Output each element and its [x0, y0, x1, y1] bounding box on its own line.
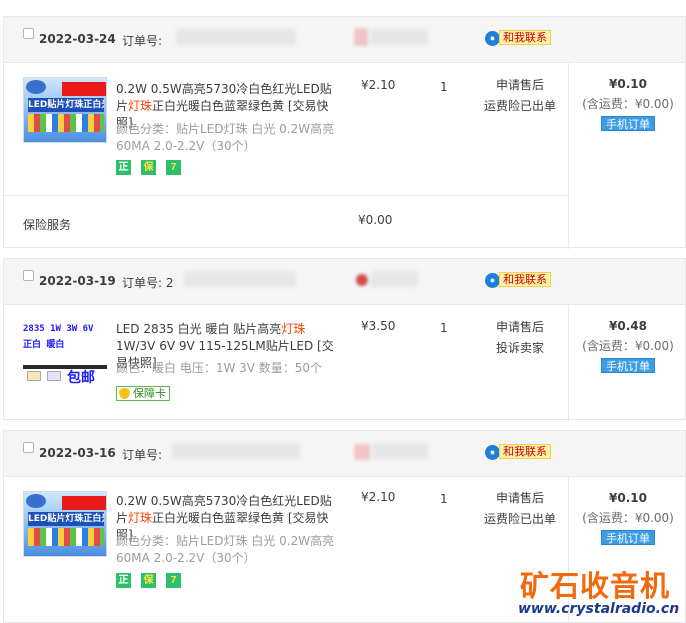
order-header: 2022-03-24 订单号: ● 和我联系	[4, 17, 685, 63]
shipping-fee: (含运费：¥0.00)	[582, 97, 674, 111]
order-number-label: 订单号:	[122, 448, 163, 462]
watermark-url: www.crystalradio.cn	[518, 601, 680, 617]
thumb-led	[47, 371, 61, 381]
apply-after-sales-link[interactable]: 申请售后	[476, 75, 564, 96]
mobile-order-tag[interactable]: 手机订单	[601, 116, 655, 131]
order-total: ¥0.48 (含运费：¥0.00) 手机订单	[569, 316, 686, 373]
thumb-led	[27, 371, 41, 381]
apply-after-sales-link[interactable]: 申请售后	[476, 317, 564, 338]
quantity: 1	[440, 492, 448, 506]
guarantee-badge-icon[interactable]: 保	[141, 160, 156, 175]
after-sales-column: 申请售后 运费险已出单	[476, 75, 564, 117]
product-thumbnail[interactable]: 2835 1W 3W 6V 正白 暖白 包邮	[23, 319, 107, 386]
product-title-highlight: 灯珠	[128, 99, 153, 113]
order-header: 2022-03-16 订单号: ● 和我联系	[4, 431, 685, 477]
unit-price: ¥3.50	[361, 319, 396, 333]
insurance-row: 保险服务 ¥0.00	[4, 195, 568, 249]
thumb-text: 2835 1W 3W 6V 正白 暖白	[23, 324, 94, 350]
after-sales-column: 申请售后 运费险已出单	[476, 488, 564, 530]
shipping-fee: (含运费：¥0.00)	[582, 339, 674, 353]
seven-day-return-badge-icon[interactable]: 7	[166, 573, 181, 588]
mobile-order-tag[interactable]: 手机订单	[601, 530, 655, 545]
order-checkbox[interactable]	[23, 28, 34, 39]
order-checkbox[interactable]	[23, 270, 34, 281]
total-amount: ¥0.10	[609, 77, 647, 91]
unit-price: ¥2.10	[361, 490, 396, 504]
after-sales-column: 申请售后 投诉卖家	[476, 317, 564, 359]
chat-icon: ●	[485, 31, 500, 46]
order-date: 2022-03-19	[39, 274, 116, 288]
total-amount: ¥0.48	[609, 319, 647, 333]
total-amount: ¥0.10	[609, 491, 647, 505]
quantity: 1	[440, 321, 448, 335]
shipping-insurance-status: 运费险已出单	[483, 512, 556, 526]
complain-seller-link[interactable]: 投诉卖家	[476, 338, 564, 359]
thumb-red-tag	[62, 496, 106, 510]
shipping-fee: (含运费：¥0.00)	[582, 511, 674, 525]
thumb-free-shipping: 包邮	[67, 370, 95, 386]
quantity: 1	[440, 80, 448, 94]
genuine-badge-icon[interactable]: 正	[116, 573, 131, 588]
product-title-part: LED 2835 白光 暖白 贴片高亮	[116, 322, 282, 336]
apply-after-sales-link[interactable]: 申请售后	[476, 488, 564, 509]
order-date: 2022-03-16	[39, 446, 116, 460]
watermark-brand: 矿石收音机	[520, 569, 671, 603]
product-title-highlight: 灯珠	[128, 511, 153, 525]
thumb-red-tag	[62, 82, 106, 96]
seven-day-return-badge-icon[interactable]: 7	[166, 160, 181, 175]
order-header: 2022-03-19 订单号: 2 ● 和我联系	[4, 259, 685, 305]
seller-name-redacted	[370, 271, 418, 287]
guarantee-badge-icon[interactable]: 保	[141, 573, 156, 588]
order-card: 2022-03-19 订单号: 2 ● 和我联系 2835 1W 3W 6V 正…	[3, 258, 686, 421]
shield-icon	[119, 388, 130, 399]
contact-seller-label: 和我联系	[499, 30, 551, 45]
thumb-leds	[28, 114, 104, 132]
seller-name-redacted	[372, 443, 428, 459]
thumb-banner: LED贴片灯珠正白光	[28, 512, 104, 526]
guarantee-card-badge[interactable]: 保障卡	[116, 386, 170, 401]
site-watermark: 矿石收音机 www.crystalradio.cn	[518, 563, 684, 623]
order-number-redacted	[184, 271, 296, 287]
insurance-price: ¥0.00	[358, 213, 393, 227]
product-thumbnail[interactable]: LED贴片灯珠正白光	[23, 77, 107, 143]
shipping-insurance-status: 运费险已出单	[483, 99, 556, 113]
unit-price: ¥2.10	[361, 78, 396, 92]
thumb-bird-logo	[26, 80, 46, 94]
order-number-label: 订单号: 2	[122, 276, 174, 290]
order-number-redacted	[176, 29, 296, 45]
thumb-bird-logo	[26, 494, 46, 508]
order-card: 2022-03-24 订单号: ● 和我联系 LED贴片灯珠正白光 0.2W 0…	[3, 16, 686, 249]
chat-icon: ●	[485, 445, 500, 460]
contact-seller-label: 和我联系	[499, 444, 551, 459]
mobile-order-tag[interactable]: 手机订单	[601, 358, 655, 373]
thumb-banner: LED贴片灯珠正白光	[28, 98, 104, 112]
genuine-badge-icon[interactable]: 正	[116, 160, 131, 175]
guarantee-card-label: 保障卡	[133, 387, 166, 400]
order-number-label: 订单号:	[122, 34, 163, 48]
product-attributes: 颜色：暖白 电压：1W 3V 数量：50个	[116, 361, 323, 375]
contact-seller-label: 和我联系	[499, 272, 551, 287]
product-thumbnail[interactable]: LED贴片灯珠正白光	[23, 491, 107, 557]
order-total: ¥0.10 (含运费：¥0.00) 手机订单	[569, 488, 686, 545]
order-number-redacted	[172, 443, 300, 459]
thumb-leds	[28, 528, 104, 546]
order-date: 2022-03-24	[39, 32, 116, 46]
order-total: ¥0.10 (含运费：¥0.00) 手机订单	[569, 74, 686, 131]
product-title-highlight: 灯珠	[281, 322, 306, 336]
seller-icon-redacted	[354, 444, 370, 460]
seller-icon-redacted	[356, 274, 368, 286]
chat-icon: ●	[485, 273, 500, 288]
order-checkbox[interactable]	[23, 442, 34, 453]
insurance-label: 保险服务	[23, 218, 72, 232]
seller-icon-redacted	[354, 28, 368, 46]
product-attributes: 颜色分类：贴片LED灯珠 白光 0.2W高亮60MA 2.0-2.2V（30个）	[116, 122, 335, 153]
seller-name-redacted	[370, 29, 428, 45]
product-attributes: 颜色分类：贴片LED灯珠 白光 0.2W高亮60MA 2.0-2.2V（30个）	[116, 534, 335, 565]
